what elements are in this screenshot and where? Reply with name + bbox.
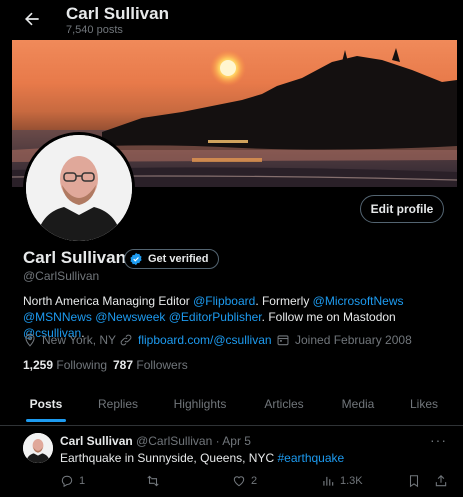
following-count: 1,259: [23, 358, 54, 372]
followers-label: Followers: [136, 358, 188, 372]
tab-highlights[interactable]: Highlights: [160, 383, 240, 425]
website-link[interactable]: flipboard.com/@csullivan: [138, 333, 272, 347]
tweet-author-handle[interactable]: @CarlSullivan: [136, 434, 212, 448]
tab-media[interactable]: Media: [328, 383, 388, 425]
website[interactable]: flipboard.com/@csullivan: [119, 333, 272, 347]
bookmark-icon: [409, 475, 419, 488]
views-chart-icon: [323, 476, 334, 486]
edit-profile-button[interactable]: Edit profile: [360, 195, 444, 223]
calendar-icon: [277, 335, 289, 346]
bookmark-button[interactable]: [407, 474, 421, 488]
heart-icon: [233, 476, 245, 487]
tab-replies[interactable]: Replies: [86, 383, 150, 425]
profile-handle: @CarlSullivan: [23, 269, 100, 283]
bio-text: . Formerly: [255, 294, 313, 308]
like-button[interactable]: 2: [232, 474, 257, 488]
share-button[interactable]: [434, 474, 448, 488]
header-post-count: 7,540 posts: [66, 24, 123, 36]
join-date-text: Joined February 2008: [295, 333, 412, 347]
join-date: Joined February 2008: [276, 333, 412, 347]
hashtag-earthquake[interactable]: #earthquake: [277, 451, 344, 465]
mention-msnnews[interactable]: @MSNNews: [23, 310, 92, 324]
reply-button[interactable]: 1: [60, 474, 85, 488]
repost-button[interactable]: [146, 474, 160, 488]
repost-icon: [147, 475, 159, 487]
followers-count: 787: [113, 358, 134, 372]
mention-newsweek[interactable]: @Newsweek: [95, 310, 165, 324]
get-verified-label: Get verified: [148, 253, 209, 265]
location: New York, NY: [23, 333, 116, 347]
location-pin-icon: [25, 333, 35, 347]
mention-editorpublisher[interactable]: @EditorPublisher: [169, 310, 262, 324]
active-tab-indicator: [26, 419, 66, 422]
tweet-separator: ·: [215, 434, 220, 448]
reply-count: 1: [79, 475, 86, 487]
views-button[interactable]: 1.3K: [321, 474, 363, 488]
header-name: Carl Sullivan: [66, 4, 169, 23]
tab-articles[interactable]: Articles: [250, 383, 318, 425]
mention-flipboard[interactable]: @Flipboard: [193, 294, 255, 308]
verified-badge-icon: [130, 252, 142, 266]
view-count: 1.3K: [340, 475, 363, 487]
location-text: New York, NY: [42, 333, 117, 347]
tweet-avatar-photo: [23, 433, 53, 463]
profile-name: Carl Sullivan: [23, 248, 126, 267]
tweet-date[interactable]: Apr 5: [222, 434, 251, 448]
tab-likes[interactable]: Likes: [398, 383, 450, 425]
tweet-avatar[interactable]: [23, 433, 53, 463]
followers-link[interactable]: 787 Followers: [113, 358, 188, 372]
avatar-photo: [26, 135, 132, 241]
bio-text: . Follow me on Mastodon: [261, 310, 396, 324]
share-icon: [435, 475, 447, 487]
bio-text: North America Managing Editor: [23, 294, 194, 308]
profile-header: Carl Sullivan 7,540 posts: [0, 0, 463, 40]
tweet-body: Earthquake in Sunnyside, Queens, NYC: [60, 451, 278, 465]
link-icon: [120, 334, 132, 346]
mention-microsoftnews[interactable]: @MicrosoftNews: [313, 294, 404, 308]
back-arrow-icon[interactable]: [22, 9, 42, 29]
reply-icon: [61, 475, 73, 488]
profile-tabs: Posts Replies Highlights Articles Media …: [0, 383, 463, 426]
profile-avatar[interactable]: [23, 132, 135, 244]
tweet-text: Earthquake in Sunnyside, Queens, NYC #ea…: [60, 451, 344, 465]
following-link[interactable]: 1,259 Following: [23, 358, 107, 372]
tweet-author-name[interactable]: Carl Sullivan: [60, 434, 133, 448]
like-count: 2: [251, 475, 258, 487]
more-options-icon[interactable]: ···: [430, 432, 447, 448]
following-label: Following: [56, 358, 108, 372]
get-verified-button[interactable]: Get verified: [124, 249, 219, 269]
tweet-header: Carl Sullivan @CarlSullivan · Apr 5: [60, 434, 251, 448]
